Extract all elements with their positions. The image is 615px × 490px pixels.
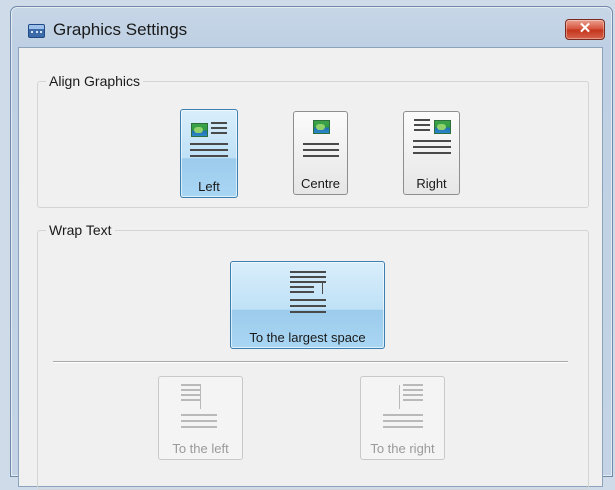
- close-button[interactable]: ✕: [565, 19, 605, 40]
- align-centre-label: Centre: [300, 176, 341, 191]
- align-graphics-group: Align Graphics Left Centre Right: [37, 72, 589, 208]
- wrap-text-label: Wrap Text: [46, 221, 115, 239]
- align-graphics-label: Align Graphics: [46, 72, 144, 90]
- wrap-largest-space-label: To the largest space: [249, 330, 366, 345]
- align-right-label: Right: [416, 176, 447, 191]
- wrap-to-left-label: To the left: [172, 441, 229, 456]
- wrap-separator: [53, 361, 568, 362]
- wrap-text-group: Wrap Text To the largest space To the le…: [37, 221, 589, 490]
- wrap-largest-space-button[interactable]: To the largest space: [230, 261, 385, 349]
- align-left-button[interactable]: Left: [180, 109, 238, 198]
- dialog-body: Align Graphics Left Centre Right Wrap Te…: [18, 47, 603, 490]
- align-right-button[interactable]: Right: [403, 111, 460, 195]
- align-centre-button[interactable]: Centre: [293, 111, 348, 195]
- window-title: Graphics Settings: [53, 20, 188, 39]
- wrap-to-left-button[interactable]: To the left: [158, 376, 243, 460]
- app-icon: [28, 24, 45, 38]
- align-left-label: Left: [198, 179, 220, 194]
- wrap-to-right-label: To the right: [370, 441, 435, 456]
- title-bar[interactable]: Graphics Settings ✕: [11, 7, 612, 47]
- graphics-settings-window: Graphics Settings ✕ Align Graphics Left: [10, 6, 613, 490]
- wrap-to-right-button[interactable]: To the right: [360, 376, 445, 460]
